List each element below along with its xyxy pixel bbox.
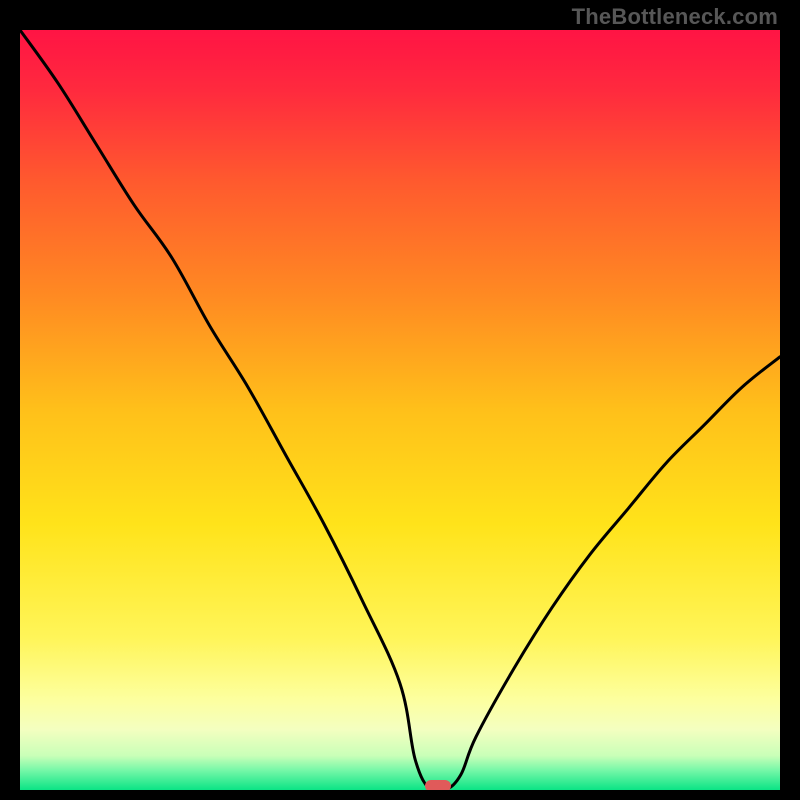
watermark-text: TheBottleneck.com [572, 4, 778, 30]
optimal-marker [425, 780, 451, 790]
bottleneck-chart [20, 30, 780, 790]
chart-frame [20, 30, 780, 790]
gradient-background [20, 30, 780, 790]
